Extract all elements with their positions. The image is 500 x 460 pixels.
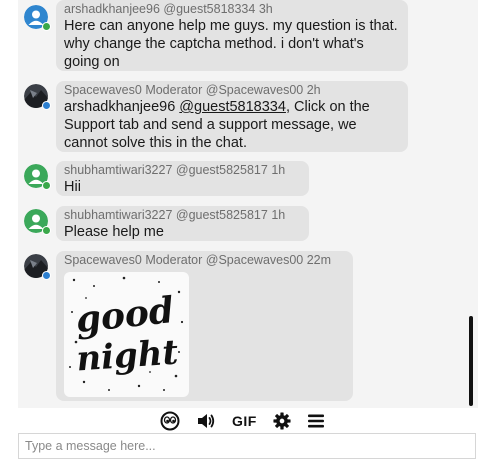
message-meta: Spacewaves0 Moderator @Spacewaves00 2h xyxy=(64,83,400,98)
sound-button[interactable] xyxy=(196,410,216,432)
message-input[interactable] xyxy=(19,434,475,458)
message-username[interactable]: shubhamtiwari3227 xyxy=(64,208,172,222)
avatar[interactable] xyxy=(24,5,51,31)
message-meta: shubhamtiwari3227 @guest5825817 1h xyxy=(64,163,301,178)
moderator-status-dot xyxy=(42,271,51,280)
online-status-dot xyxy=(42,181,51,190)
message-username[interactable]: Spacewaves0 xyxy=(64,253,142,267)
message-input-container xyxy=(18,433,476,459)
message-meta: arshadkhanjee96 @guest5818334 3h xyxy=(64,2,400,17)
menu-button[interactable] xyxy=(307,410,325,432)
image-text-line2: night xyxy=(75,333,180,380)
menu-icon xyxy=(307,414,324,428)
message-handle: @Spacewaves00 xyxy=(205,253,304,267)
message-text: arshadkhanjee96 @guest5818334, Click on … xyxy=(64,98,400,152)
message-text: Here can anyone help me guys. my questio… xyxy=(64,18,398,70)
online-status-dot xyxy=(42,22,51,31)
avatar[interactable] xyxy=(24,164,51,190)
message-bubble: Spacewaves0 Moderator @Spacewaves00 2h a… xyxy=(56,81,408,152)
message-meta: shubhamtiwari3227 @guest5825817 1h xyxy=(64,208,301,223)
good-night-illustration: good night xyxy=(69,276,184,391)
settings-button[interactable] xyxy=(273,410,291,432)
speaker-icon xyxy=(198,414,215,428)
avatar[interactable] xyxy=(24,254,51,280)
online-status-dot xyxy=(42,226,51,235)
message-text-prefix: arshadkhanjee96 xyxy=(64,99,180,115)
message-time: 1h xyxy=(271,163,286,177)
moderator-status-dot xyxy=(42,101,51,110)
message-text: Hii xyxy=(64,179,81,195)
message-meta: Spacewaves0 Moderator @Spacewaves00 22m xyxy=(64,253,345,268)
message-bubble: Spacewaves0 Moderator @Spacewaves00 22m … xyxy=(56,251,353,401)
settings-icon xyxy=(273,412,291,430)
moderator-role: Moderator xyxy=(145,253,203,267)
message-handle: @guest5825817 xyxy=(175,163,268,177)
chat-toolbar: GIF xyxy=(160,410,325,432)
user-mention-link[interactable]: @guest5818334 xyxy=(179,99,286,115)
message-bubble: shubhamtiwari3227 @guest5825817 1h Pleas… xyxy=(56,206,309,241)
emoji-button[interactable] xyxy=(160,410,180,432)
chat-scrollbar[interactable] xyxy=(469,316,473,406)
message-bubble: shubhamtiwari3227 @guest5825817 1h Hii xyxy=(56,161,309,196)
good-night-image[interactable]: good night xyxy=(64,272,189,397)
message-handle: @guest5818334 xyxy=(163,2,256,16)
message-text: Please help me xyxy=(64,224,164,240)
emoji-icon xyxy=(160,411,180,431)
message-time: 22m xyxy=(306,253,332,267)
message-username[interactable]: shubhamtiwari3227 xyxy=(64,163,172,177)
message-username[interactable]: Spacewaves0 xyxy=(64,83,142,97)
avatar[interactable] xyxy=(24,209,51,235)
message-handle: @guest5825817 xyxy=(175,208,268,222)
chat-messages-area[interactable]: arshadkhanjee96 @guest5818334 3h Here ca… xyxy=(18,0,478,408)
message-time: 1h xyxy=(271,208,286,222)
gif-button[interactable]: GIF xyxy=(232,410,257,432)
message-bubble: arshadkhanjee96 @guest5818334 3h Here ca… xyxy=(56,0,408,71)
message-time: 2h xyxy=(306,83,321,97)
moderator-role: Moderator xyxy=(145,83,203,97)
message-time: 3h xyxy=(258,2,273,16)
avatar[interactable] xyxy=(24,84,51,110)
message-username[interactable]: arshadkhanjee96 xyxy=(64,2,160,16)
message-handle: @Spacewaves00 xyxy=(205,83,304,97)
